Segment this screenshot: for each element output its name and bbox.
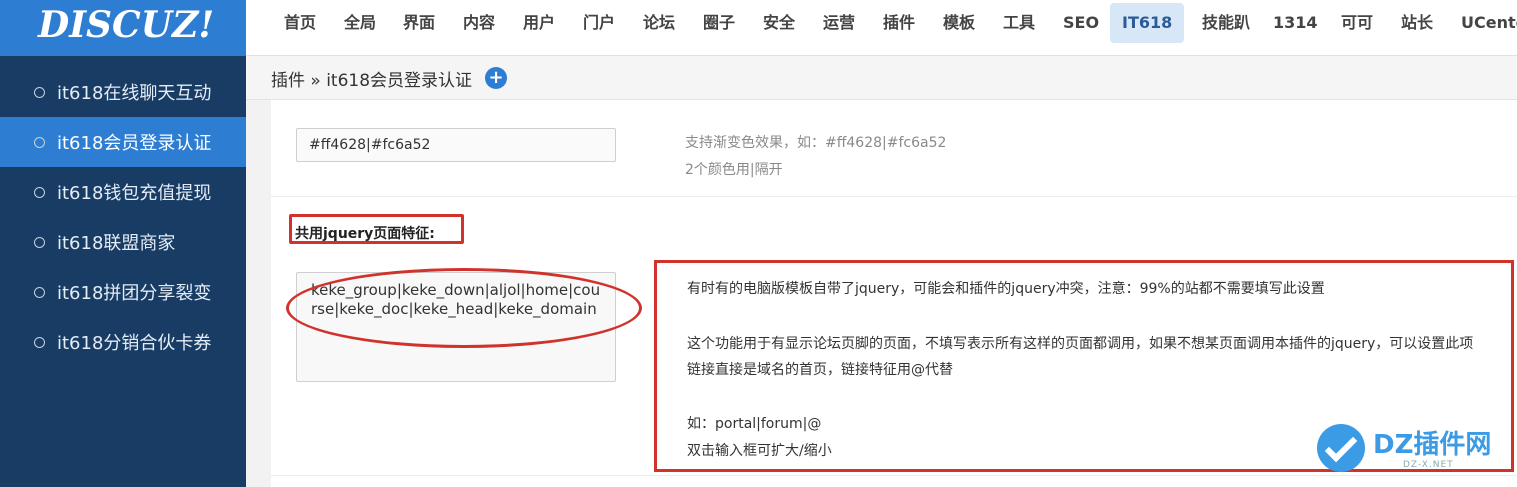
red-highlight-box: [289, 214, 464, 244]
breadcrumb-bar: 插件 » it618会员登录认证 +: [246, 56, 1517, 100]
sidebar-item-label: it618会员登录认证: [57, 133, 212, 154]
circle-bullet-icon: [34, 286, 45, 298]
circle-bullet-icon: [34, 86, 45, 98]
sidebar-item-label: it618钱包充值提现: [57, 183, 212, 204]
sidebar-item-label: it618拼团分享裂变: [57, 283, 212, 304]
nav-templates[interactable]: 模板: [931, 3, 987, 43]
sidebar-item-login-auth[interactable]: it618会员登录认证: [0, 117, 246, 167]
circle-bullet-icon: [34, 136, 45, 148]
nav-operations[interactable]: 运营: [811, 3, 867, 43]
nav-global[interactable]: 全局: [332, 3, 388, 43]
color-hint-line2: 2个颜色用|隔开: [685, 162, 783, 178]
red-highlight-ellipse: [286, 268, 642, 348]
nav-security[interactable]: 安全: [751, 3, 807, 43]
nav-webmaster[interactable]: 站长: [1389, 3, 1445, 43]
watermark: DZ插件网 DZ-X.NET: [1317, 420, 1517, 480]
nav-tools[interactable]: 工具: [991, 3, 1047, 43]
sidebar-item-merchant[interactable]: it618联盟商家: [0, 217, 246, 267]
circle-bullet-icon: [34, 236, 45, 248]
sidebar-item-label: it618在线聊天互动: [57, 83, 212, 104]
sidebar-item-wallet[interactable]: it618钱包充值提现: [0, 167, 246, 217]
help-line: 如：portal|forum|@: [687, 416, 822, 432]
nav-plugins[interactable]: 插件: [871, 3, 927, 43]
sidebar-item-group-buy[interactable]: it618拼团分享裂变: [0, 267, 246, 317]
nav-skills[interactable]: 技能趴: [1190, 3, 1262, 43]
help-line: 这个功能用于有显示论坛页脚的页面，不填写表示所有这样的页面都调用，如果不想某页面…: [687, 336, 1474, 352]
color-value-input[interactable]: #ff4628|#fc6a52: [296, 128, 616, 162]
nav-keke[interactable]: 可可: [1329, 3, 1385, 43]
logo-area: DISCUZ!: [0, 0, 246, 56]
sidebar-item-label: it618联盟商家: [57, 233, 176, 254]
breadcrumb: 插件 » it618会员登录认证: [271, 71, 473, 91]
discuz-logo: DISCUZ!: [38, 4, 215, 46]
nav-circle[interactable]: 圈子: [691, 3, 747, 43]
nav-portal[interactable]: 门户: [571, 3, 627, 43]
row-divider: [271, 196, 1517, 197]
color-hint-line1: 支持渐变色效果，如：#ff4628|#fc6a52: [685, 135, 947, 151]
nav-users[interactable]: 用户: [511, 3, 567, 43]
sidebar-item-distribution[interactable]: it618分销合伙卡券: [0, 317, 246, 367]
top-nav: 首页 全局 界面 内容 用户 门户 论坛 圈子 安全 运营 插件 模板 工具 S…: [246, 0, 1517, 56]
check-logo-icon: [1317, 424, 1365, 472]
watermark-text: DZ插件网: [1373, 430, 1492, 460]
nav-it618[interactable]: IT618: [1110, 3, 1185, 43]
sidebar-item-label: it618分销合伙卡券: [57, 333, 212, 354]
watermark-subtext: DZ-X.NET: [1403, 460, 1454, 470]
sidebar-item-chat[interactable]: it618在线聊天互动: [0, 67, 246, 117]
nav-1314[interactable]: 1314: [1261, 3, 1330, 43]
nav-home[interactable]: 首页: [272, 3, 328, 43]
nav-seo[interactable]: SEO: [1051, 3, 1111, 43]
nav-forum[interactable]: 论坛: [631, 3, 687, 43]
nav-interface[interactable]: 界面: [391, 3, 447, 43]
help-line: 有时有的电脑版模板自带了jquery，可能会和插件的jquery冲突，注意：99…: [687, 281, 1325, 297]
nav-content[interactable]: 内容: [451, 3, 507, 43]
help-line: 链接直接是域名的首页，链接特征用@代替: [687, 362, 953, 378]
plus-circle-icon[interactable]: +: [485, 67, 507, 89]
help-line: 双击输入框可扩大/缩小: [687, 443, 832, 459]
circle-bullet-icon: [34, 336, 45, 348]
sidebar: it618在线聊天互动 it618会员登录认证 it618钱包充值提现 it61…: [0, 56, 246, 487]
nav-ucenter[interactable]: UCenter: [1449, 3, 1517, 43]
circle-bullet-icon: [34, 186, 45, 198]
